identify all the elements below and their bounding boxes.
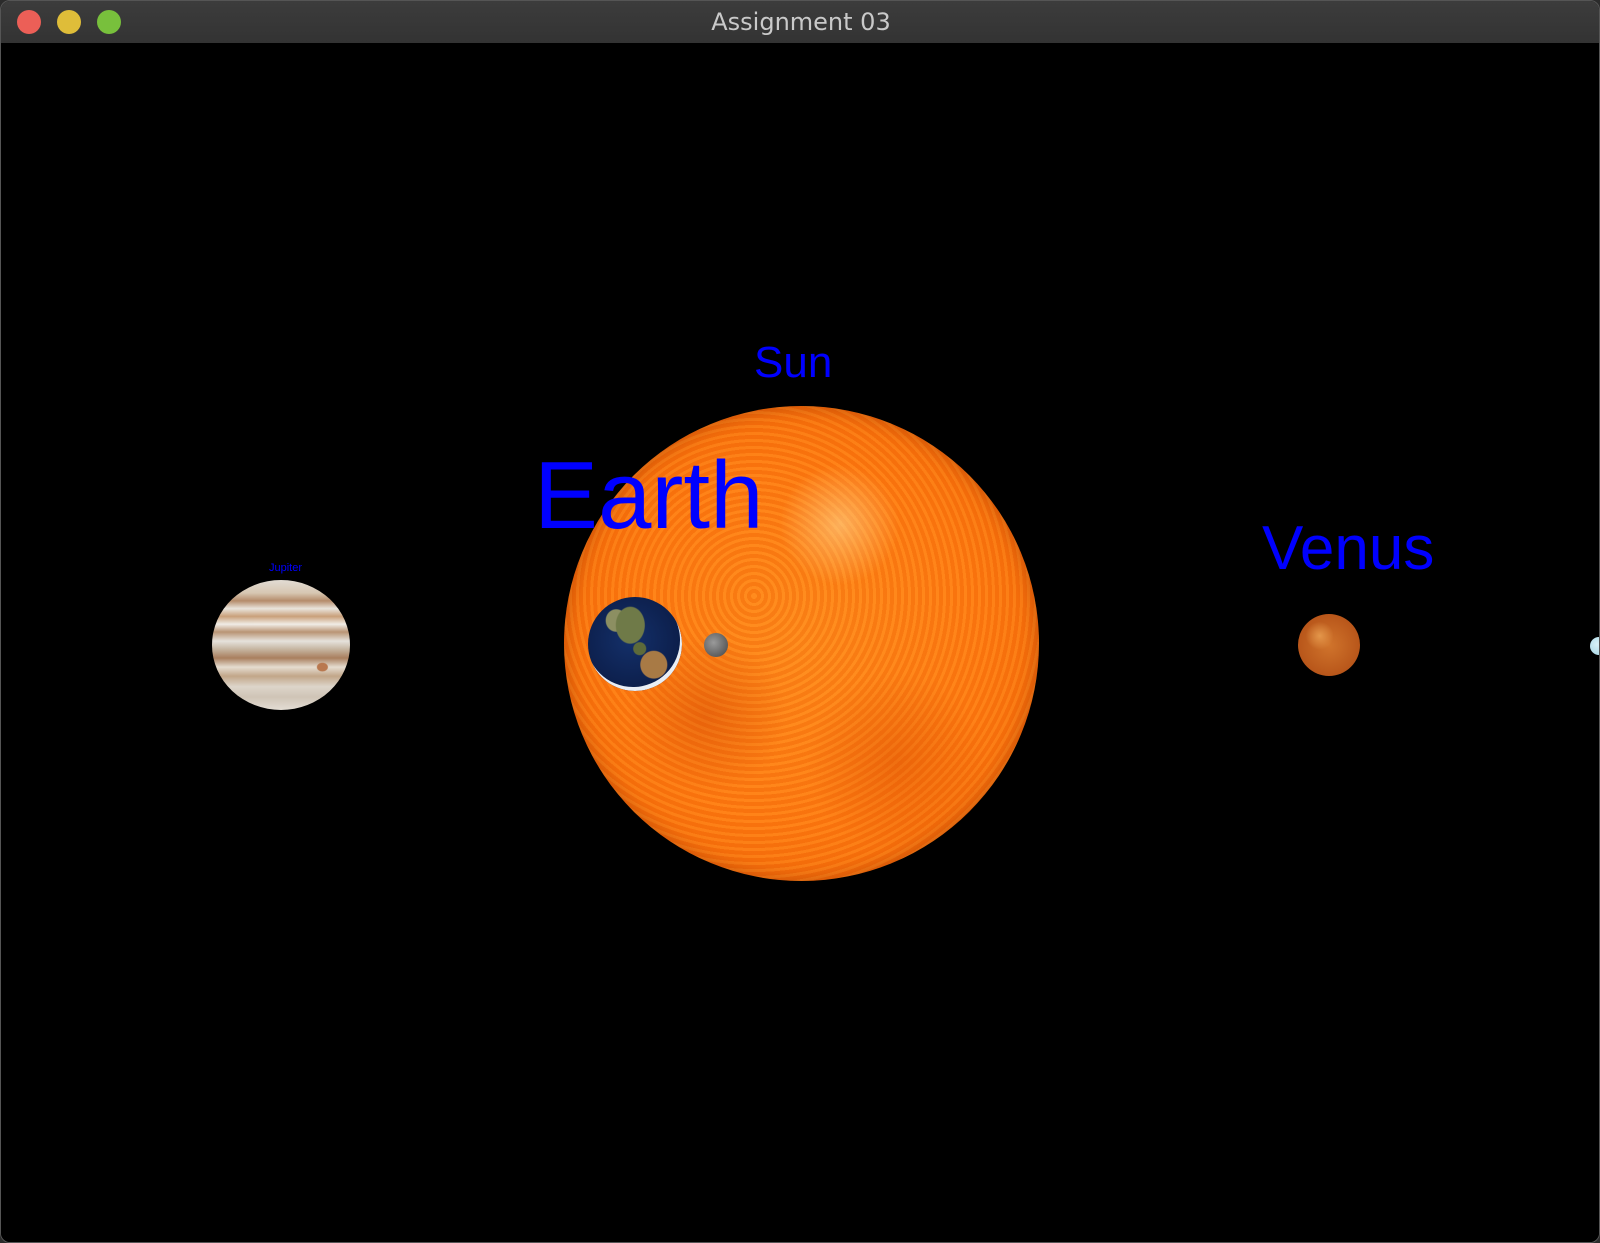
earth-label: Earth bbox=[534, 442, 764, 549]
jupiter-label: Jupiter bbox=[269, 562, 303, 574]
venus-label: Venus bbox=[1262, 514, 1435, 583]
app-window: Assignment 03 Sun Earth Jupiter Venus bbox=[0, 0, 1600, 1243]
earth-sphere bbox=[588, 597, 682, 691]
sun-label: Sun bbox=[754, 338, 833, 387]
venus-sphere bbox=[1298, 614, 1360, 676]
scene-canvas[interactable]: Sun Earth Jupiter Venus bbox=[1, 43, 1599, 1242]
moon-sphere bbox=[704, 633, 728, 657]
window-title: Assignment 03 bbox=[711, 8, 891, 36]
partial-planet-sphere bbox=[1590, 637, 1599, 655]
jupiter-sphere bbox=[212, 580, 350, 710]
title-bar[interactable]: Assignment 03 bbox=[1, 1, 1599, 44]
